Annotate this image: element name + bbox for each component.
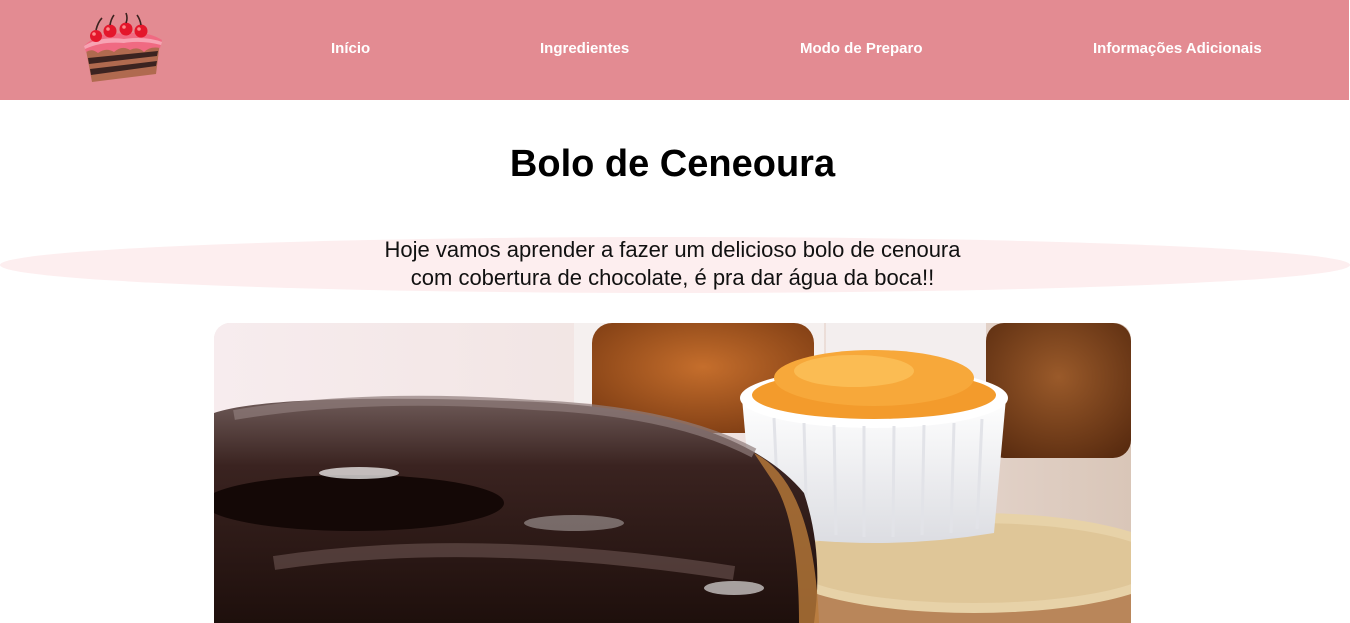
nav-item-informacoes-adicionais[interactable]: Informações Adicionais xyxy=(1093,40,1262,57)
navbar: Início Ingredientes Modo de Preparo Info… xyxy=(0,0,1349,100)
nav-item-modo-de-preparo[interactable]: Modo de Preparo xyxy=(800,40,923,57)
intro-text: Hoje vamos aprender a fazer um delicioso… xyxy=(300,236,1045,292)
intro-line-2: com cobertura de chocolate, é pra dar ág… xyxy=(410,265,935,290)
nav-item-ingredientes[interactable]: Ingredientes xyxy=(540,40,629,57)
page-title: Bolo de Ceneoura xyxy=(509,143,836,185)
intro-line-1: Hoje vamos aprender a fazer um delicioso… xyxy=(384,237,961,262)
nav-item-inicio[interactable]: Início xyxy=(331,40,370,57)
cake-photo xyxy=(214,323,1131,623)
cake-logo-icon[interactable] xyxy=(80,12,164,84)
